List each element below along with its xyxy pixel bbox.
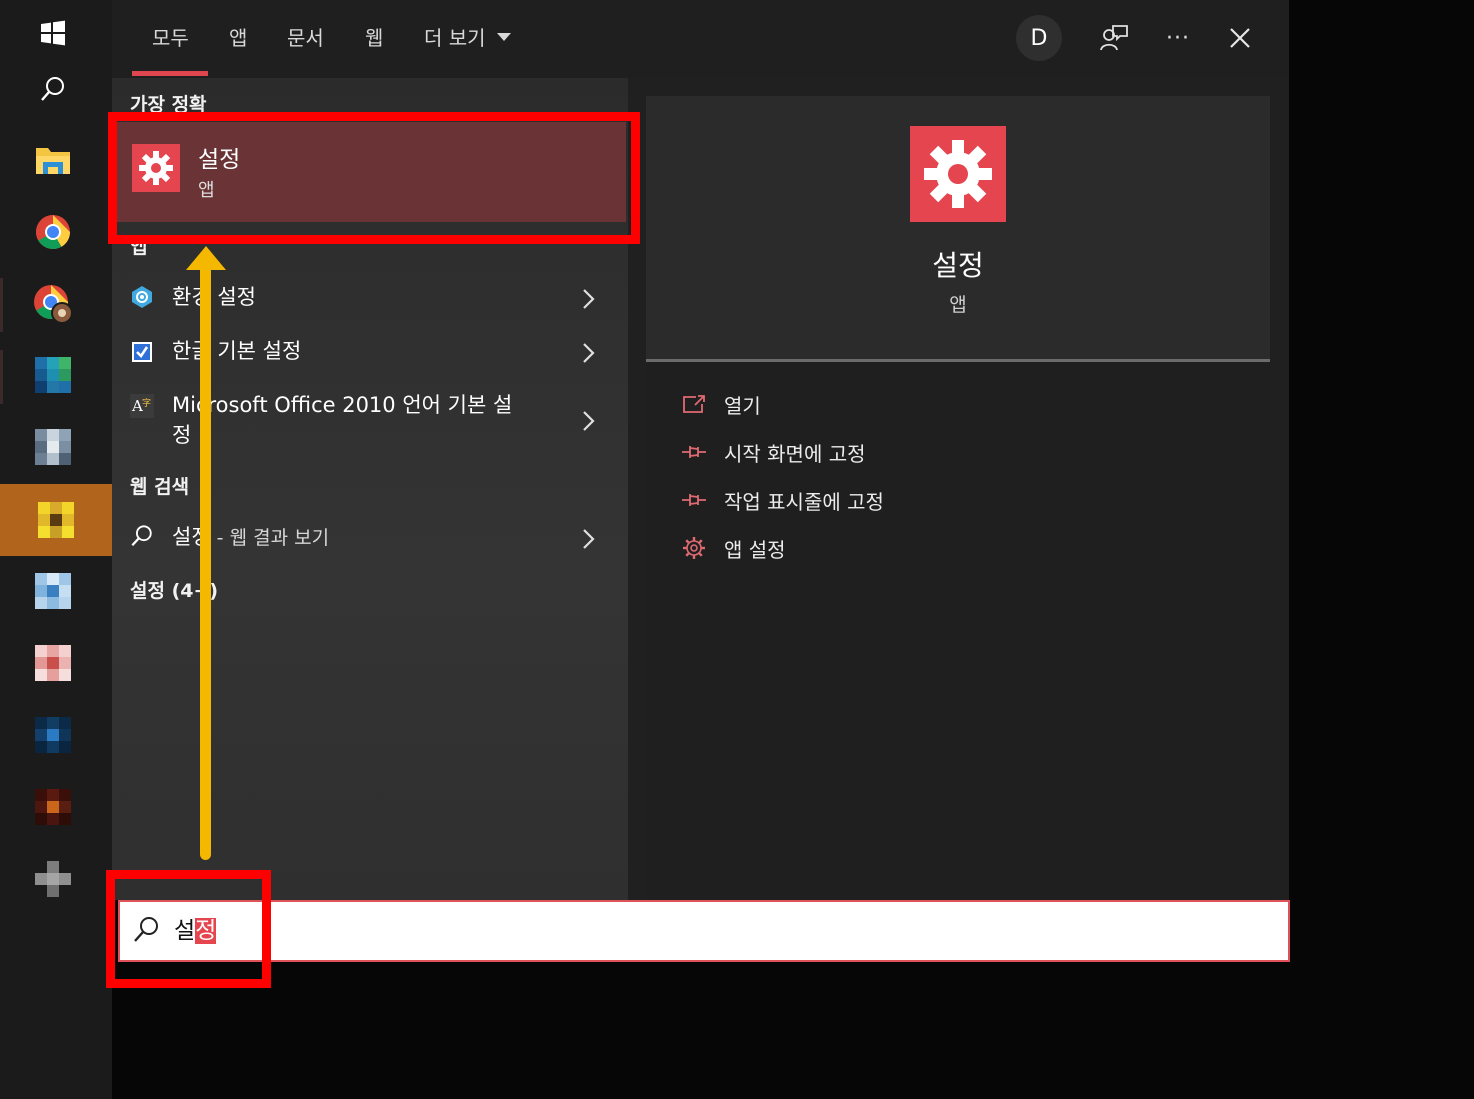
pixelated-app-icon [35, 429, 71, 465]
tab-apps[interactable]: 앱 [229, 22, 247, 51]
chrome-icon[interactable] [0, 199, 106, 265]
detail-title: 설정 [932, 249, 984, 282]
annotation-arrow-shaft [200, 262, 211, 860]
highlight-box-search [106, 870, 271, 988]
checkbox-settings-icon [130, 340, 154, 364]
list-item[interactable]: A字 Microsoft Office 2010 언어 기본 설 정 [112, 388, 628, 454]
action-label: 작업 표시줄에 고정 [724, 489, 884, 514]
open-external-icon [680, 392, 708, 416]
list-item-label-line1: Microsoft Office 2010 언어 기본 설 [172, 393, 513, 417]
chevron-right-icon [583, 343, 595, 363]
app-icon[interactable] [0, 702, 106, 768]
account-avatar[interactable]: D [1016, 15, 1062, 61]
office-language-icon: A字 [130, 394, 154, 418]
feedback-icon[interactable] [1094, 16, 1134, 60]
chevron-right-icon [583, 529, 595, 549]
tab-more[interactable]: 더 보기 [424, 22, 512, 51]
highlight-box-best-match [108, 112, 640, 244]
action-label: 열기 [724, 393, 761, 418]
chevron-right-icon [583, 289, 595, 309]
pixelated-app-icon [38, 502, 74, 538]
web-search-heading: 웹 검색 [130, 476, 190, 498]
settings-gear-icon [910, 126, 1006, 222]
pin-to-taskbar-action[interactable]: 작업 표시줄에 고정 [680, 485, 884, 515]
detail-header: 설정 앱 [646, 96, 1270, 360]
chrome-profile-icon[interactable] [0, 271, 106, 337]
detail-subtitle: 앱 [949, 294, 967, 316]
search-icon [130, 524, 154, 548]
open-action[interactable]: 열기 [680, 389, 761, 419]
list-item[interactable]: 환경 설정 [112, 278, 628, 318]
app-icon[interactable] [0, 630, 106, 696]
file-explorer-icon[interactable] [0, 127, 106, 193]
web-result-suffix: - 웹 결과 보기 [210, 527, 330, 549]
pixelated-app-icon [35, 573, 71, 609]
svg-text:字: 字 [142, 397, 151, 409]
pin-icon [680, 440, 708, 464]
control-panel-icon [130, 285, 154, 309]
close-icon[interactable] [1220, 16, 1260, 60]
app-icon[interactable] [0, 342, 106, 408]
list-item[interactable]: 한글 기본 설정 [112, 332, 628, 372]
caret-down-icon [496, 32, 511, 41]
tab-bar: 모두 앱 문서 웹 더 보기 D ··· [112, 0, 1289, 78]
app-icon[interactable] [0, 414, 106, 480]
app-icon[interactable] [0, 774, 106, 840]
chevron-right-icon [583, 411, 595, 431]
app-settings-action[interactable]: 앱 설정 [680, 533, 786, 563]
app-icon[interactable] [0, 558, 106, 624]
gear-icon [680, 536, 708, 560]
tab-all[interactable]: 모두 [152, 22, 189, 51]
pixelated-app-icon [35, 717, 71, 753]
tab-documents[interactable]: 문서 [287, 22, 324, 51]
list-item-label: 한글 기본 설정 [172, 339, 302, 363]
tab-web[interactable]: 웹 [365, 22, 383, 51]
search-icon[interactable] [0, 56, 106, 122]
list-item-label-line2: 정 [172, 423, 192, 447]
action-label: 시작 화면에 고정 [724, 441, 866, 466]
pixelated-app-icon [35, 861, 71, 897]
list-item-label: 환경 설정 [172, 285, 256, 309]
active-tab-indicator [132, 71, 208, 76]
taskbar [0, 0, 112, 1099]
annotation-arrow-head [186, 246, 226, 270]
app-icon[interactable] [0, 484, 112, 556]
more-options-button[interactable]: ··· [1158, 16, 1198, 60]
pixelated-app-icon [35, 357, 71, 393]
pin-to-start-action[interactable]: 시작 화면에 고정 [680, 437, 866, 467]
pixelated-app-icon [35, 789, 71, 825]
action-label: 앱 설정 [724, 537, 786, 562]
web-result-item[interactable]: 설정 - 웹 결과 보기 [112, 518, 628, 558]
detail-actions: 열기 시작 화면에 고정 작업 표시줄에 고정 앱 설정 [646, 362, 1270, 900]
search-input[interactable]: 설정 [118, 900, 1290, 962]
list-item-label: Microsoft Office 2010 언어 기본 설 정 [172, 390, 562, 450]
pixelated-app-icon [35, 645, 71, 681]
tab-more-label: 더 보기 [424, 26, 486, 50]
pin-icon [680, 488, 708, 512]
web-result-label: 설정 - 웹 결과 보기 [172, 522, 329, 553]
detail-pane: 설정 앱 열기 시작 화면에 고정 작업 표시줄에 고정 앱 설정 [646, 96, 1270, 900]
app-icon[interactable] [0, 846, 106, 912]
